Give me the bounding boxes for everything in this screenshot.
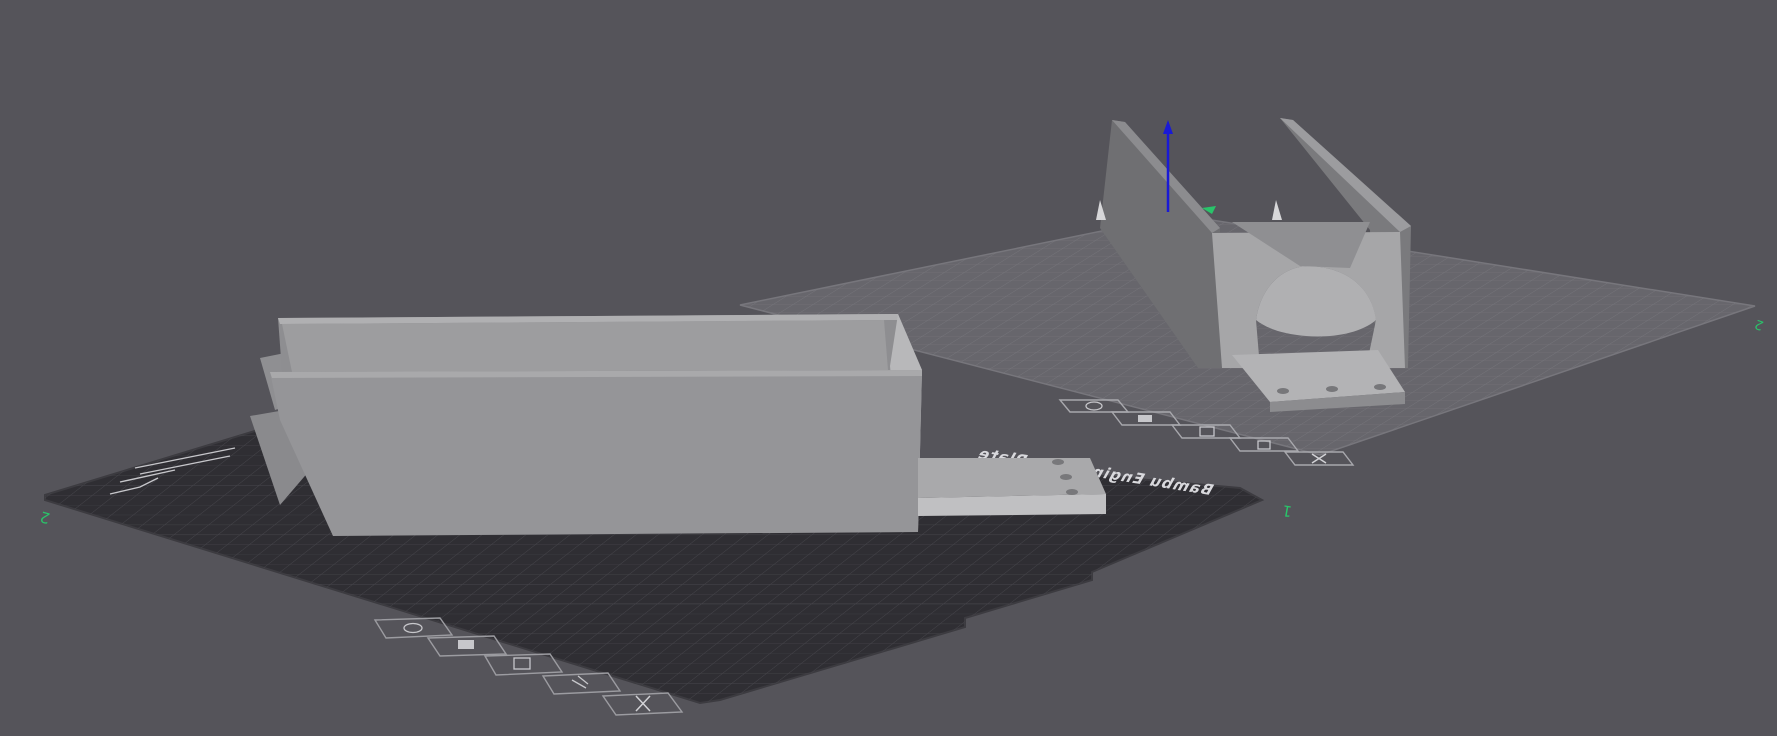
orient-icon bbox=[458, 640, 474, 649]
plate-1-index-label: 1 bbox=[1281, 501, 1294, 520]
z-axis-arrowhead bbox=[1163, 120, 1173, 134]
arrange-icon bbox=[403, 622, 423, 634]
plate-settings-icon bbox=[1199, 426, 1215, 437]
pivot-marker-right bbox=[1272, 200, 1282, 220]
plate-1-lock-button[interactable] bbox=[541, 672, 622, 695]
plate-settings-icon bbox=[513, 657, 531, 670]
close-icon bbox=[635, 695, 651, 712]
lock-icon bbox=[571, 675, 589, 689]
3d-viewport[interactable]: 2 Bambu Plate 1 2 bbox=[0, 0, 1777, 736]
plate-1-delete-button[interactable] bbox=[601, 692, 684, 716]
plate-2-index-label: 2 bbox=[1753, 316, 1766, 333]
arrange-icon bbox=[1085, 401, 1103, 411]
orient-icon bbox=[1138, 415, 1152, 422]
plate-2-corner-index: 2 bbox=[38, 507, 52, 527]
